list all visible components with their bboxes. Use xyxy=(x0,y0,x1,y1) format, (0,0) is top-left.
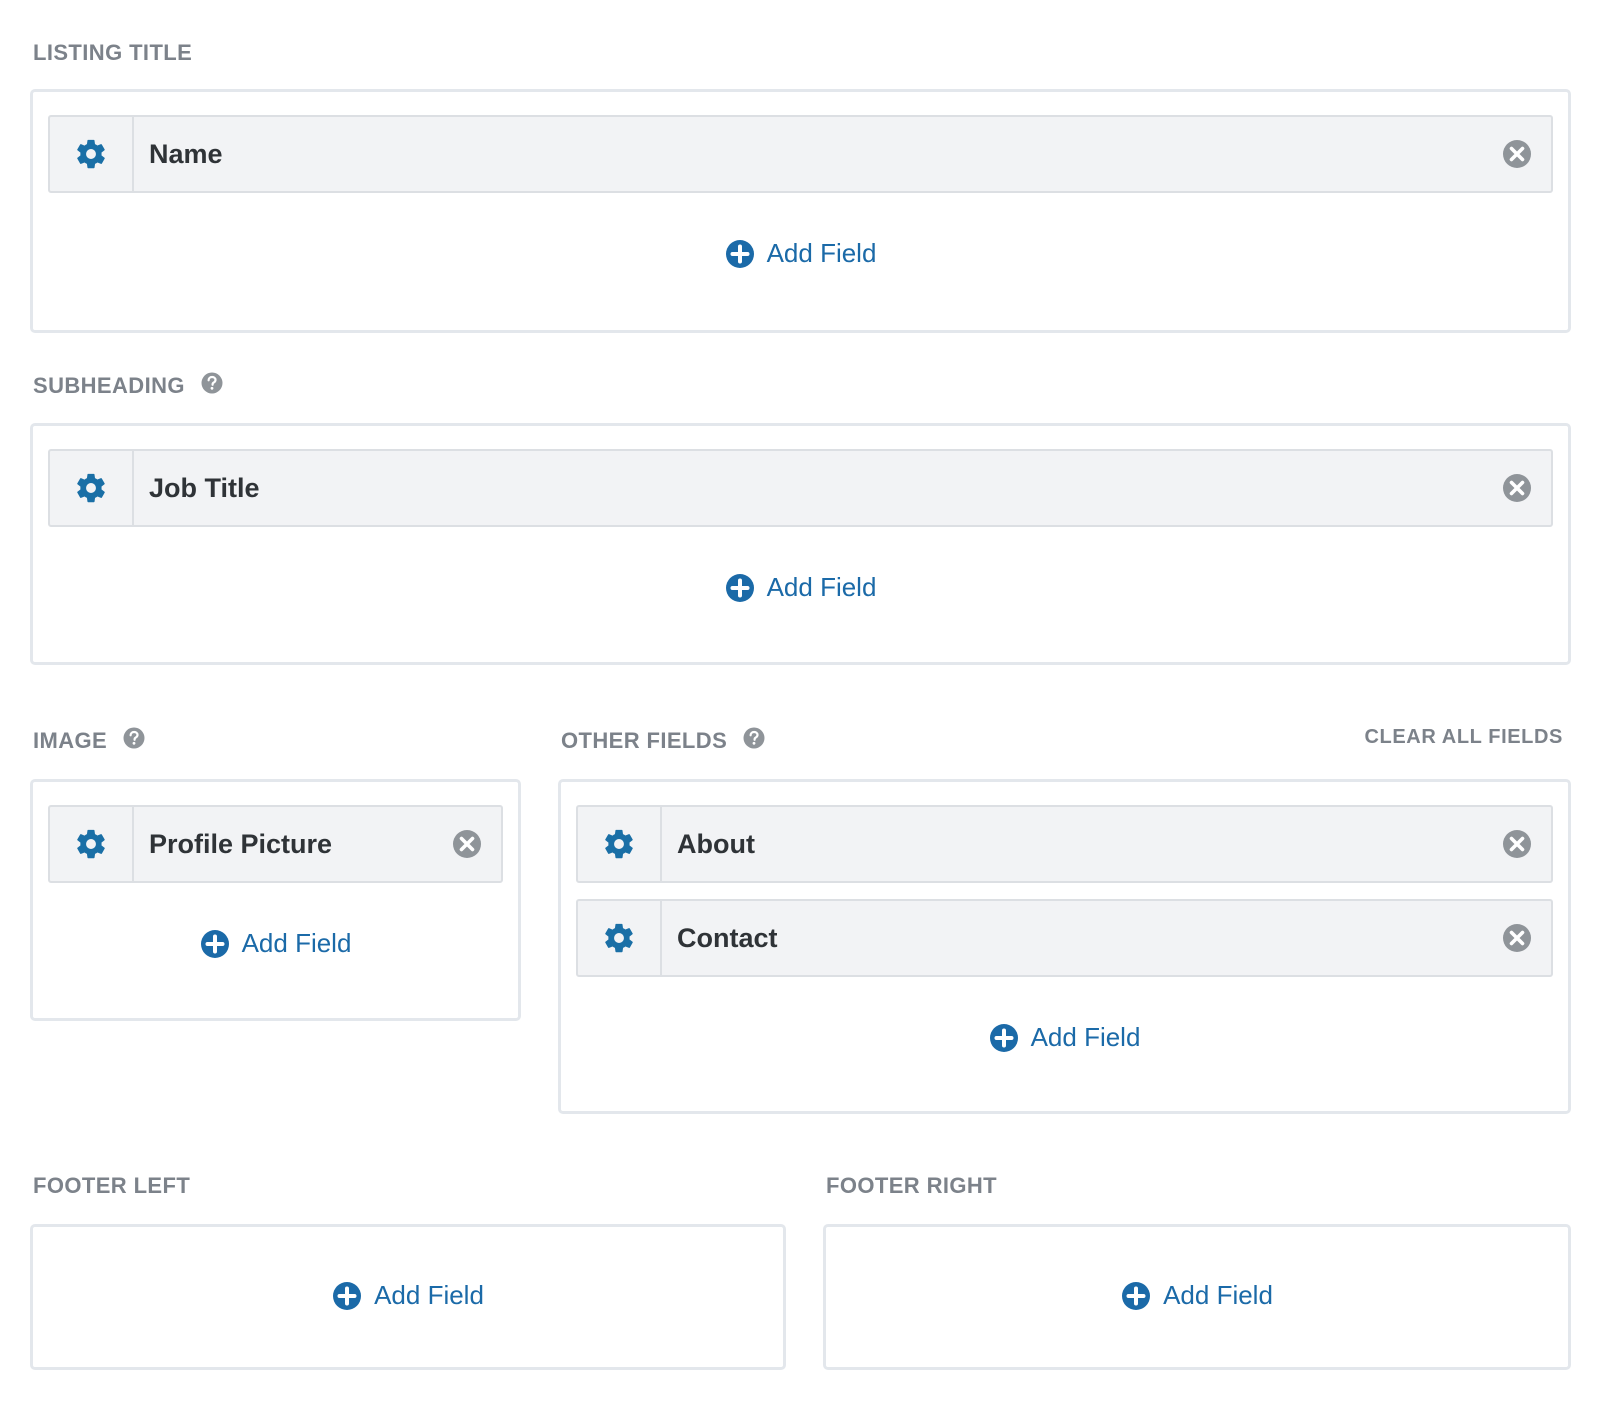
gear-icon xyxy=(602,921,636,955)
gear-icon xyxy=(74,137,108,171)
section-label-text: FOOTER RIGHT xyxy=(826,1173,998,1198)
section-label-text: OTHER FIELDS xyxy=(561,728,728,753)
field-label: Name xyxy=(149,138,223,169)
add-field-label: Add Field xyxy=(766,572,877,602)
field-label: Profile Picture xyxy=(149,828,333,859)
section-label-footer-right: FOOTER RIGHT xyxy=(826,1173,997,1199)
plus-circle-icon xyxy=(725,239,755,269)
help-icon[interactable] xyxy=(123,727,145,749)
field-label: Contact xyxy=(677,922,778,953)
section-label-listing-title: LISTING TITLE xyxy=(33,40,192,66)
field-settings-button[interactable] xyxy=(50,117,134,191)
plus-circle-icon xyxy=(1121,1281,1151,1311)
section-label-subheading: SUBHEADING xyxy=(33,373,223,399)
add-field-button[interactable]: Add Field xyxy=(826,1280,1568,1311)
section-label-text: FOOTER LEFT xyxy=(33,1173,191,1198)
field-settings-button[interactable] xyxy=(578,807,662,881)
plus-circle-icon xyxy=(989,1023,1019,1053)
section-label-footer-left: FOOTER LEFT xyxy=(33,1173,190,1199)
add-field-button[interactable]: Add Field xyxy=(33,238,1568,269)
add-field-label: Add Field xyxy=(1163,1280,1273,1310)
section-label-image: IMAGE xyxy=(33,728,145,754)
remove-field-icon[interactable] xyxy=(1501,922,1533,954)
field-row-contact[interactable]: Contact xyxy=(576,899,1553,977)
field-settings-button[interactable] xyxy=(50,807,134,881)
section-label-text: SUBHEADING xyxy=(33,373,185,398)
clear-all-fields-button[interactable]: CLEAR ALL FIELDS xyxy=(1365,726,1564,749)
other-fields-dropzone[interactable]: About Contact Add Field xyxy=(558,779,1571,1114)
help-icon[interactable] xyxy=(201,372,223,394)
add-field-label: Add Field xyxy=(374,1280,484,1310)
add-field-label: Add Field xyxy=(1030,1022,1141,1052)
remove-field-icon[interactable] xyxy=(1501,828,1533,860)
field-row-name[interactable]: Name xyxy=(48,115,1553,193)
plus-circle-icon xyxy=(200,929,230,959)
plus-circle-icon xyxy=(332,1281,362,1311)
field-settings-button[interactable] xyxy=(50,451,134,525)
subheading-dropzone[interactable]: Job Title Add Field xyxy=(30,423,1571,665)
add-field-button[interactable]: Add Field xyxy=(33,572,1568,603)
image-dropzone[interactable]: Profile Picture Add Field xyxy=(30,779,521,1021)
footer-right-dropzone[interactable]: Add Field xyxy=(823,1224,1571,1370)
footer-left-dropzone[interactable]: Add Field xyxy=(30,1224,786,1370)
help-icon[interactable] xyxy=(743,727,765,749)
field-row-job-title[interactable]: Job Title xyxy=(48,449,1553,527)
field-row-about[interactable]: About xyxy=(576,805,1553,883)
listing-title-dropzone[interactable]: Name Add Field xyxy=(30,89,1571,333)
field-row-profile-picture[interactable]: Profile Picture xyxy=(48,805,503,883)
field-label: About xyxy=(677,828,755,859)
add-field-button[interactable]: Add Field xyxy=(561,1022,1568,1053)
remove-field-icon[interactable] xyxy=(1501,472,1533,504)
add-field-label: Add Field xyxy=(241,928,352,958)
add-field-button[interactable]: Add Field xyxy=(33,1280,783,1311)
section-label-other-fields: OTHER FIELDS xyxy=(561,728,765,754)
remove-field-icon[interactable] xyxy=(451,828,483,860)
add-field-button[interactable]: Add Field xyxy=(33,928,518,959)
gear-icon xyxy=(602,827,636,861)
add-field-label: Add Field xyxy=(766,238,877,268)
remove-field-icon[interactable] xyxy=(1501,138,1533,170)
gear-icon xyxy=(74,471,108,505)
plus-circle-icon xyxy=(725,573,755,603)
gear-icon xyxy=(74,827,108,861)
section-label-text: LISTING TITLE xyxy=(33,40,193,65)
field-label: Job Title xyxy=(149,472,260,503)
field-settings-button[interactable] xyxy=(578,901,662,975)
section-label-text: IMAGE xyxy=(33,728,108,753)
